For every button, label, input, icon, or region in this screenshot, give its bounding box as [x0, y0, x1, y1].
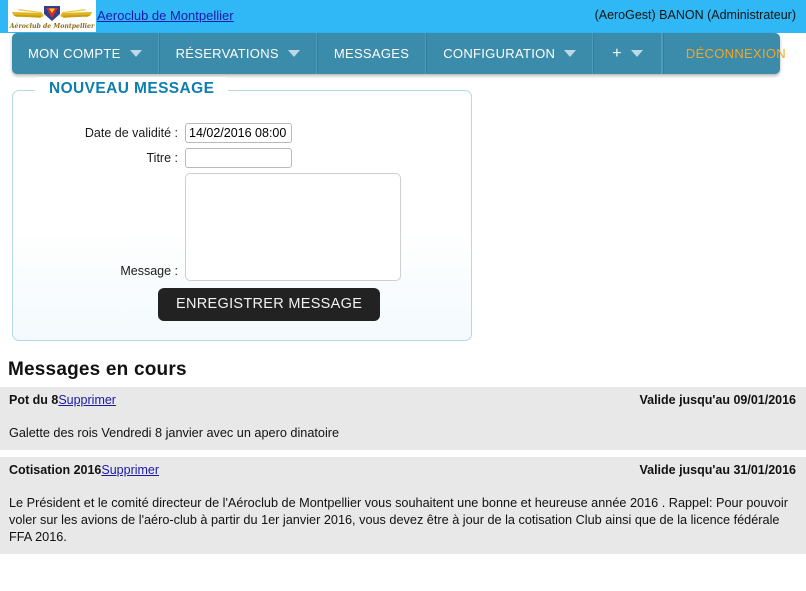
form-row-date: Date de validité :: [13, 123, 471, 143]
message-label: Message :: [120, 264, 178, 278]
chevron-down-icon: [564, 50, 577, 57]
form-actions: ENREGISTRER MESSAGE: [13, 288, 471, 321]
nav-item-logout[interactable]: DÉCONNEXION: [662, 33, 806, 74]
title-input[interactable]: [185, 148, 292, 168]
messages-section-title: Messages en cours: [8, 359, 187, 380]
message-textarea[interactable]: [185, 173, 401, 281]
plus-icon: +: [612, 44, 622, 62]
user-info-label: (AeroGest) BANON (Administrateur): [594, 8, 796, 22]
nav-label: RÉSERVATIONS: [175, 46, 279, 61]
chevron-down-icon: [630, 50, 643, 57]
site-title-link[interactable]: Aeroclub de Montpellier: [97, 8, 234, 23]
message-title: Cotisation 2016: [9, 463, 102, 477]
page-header: Aéroclub de Montpellier Aeroclub de Mont…: [0, 0, 806, 33]
message-valid-until: Valide jusqu'au 31/01/2016: [639, 463, 796, 477]
panel-legend: NOUVEAU MESSAGE: [35, 77, 229, 102]
message-valid-until: Valide jusqu'au 09/01/2016: [639, 393, 796, 407]
delete-message-link[interactable]: Supprimer: [58, 393, 116, 407]
club-logo[interactable]: Aéroclub de Montpellier: [8, 0, 96, 32]
message-header: Pot du 8Supprimer Valide jusqu'au 09/01/…: [9, 393, 796, 407]
svg-text:Aéroclub de Montpellier: Aéroclub de Montpellier: [9, 23, 95, 30]
nav-item-mon-compte[interactable]: MON COMPTE: [12, 33, 159, 74]
delete-message-link[interactable]: Supprimer: [101, 463, 159, 477]
nav-item-add[interactable]: +: [593, 33, 662, 74]
save-message-button[interactable]: ENREGISTRER MESSAGE: [158, 288, 381, 321]
date-validity-input[interactable]: [185, 123, 292, 143]
chevron-down-icon: [129, 50, 142, 57]
new-message-section: NOUVEAU MESSAGE Date de validité : Titre…: [0, 77, 806, 341]
aeroclub-logo-icon: Aéroclub de Montpellier: [8, 0, 96, 32]
nav-item-messages[interactable]: MESSAGES: [316, 33, 427, 74]
form-row-title: Titre :: [13, 148, 471, 168]
nav-item-configuration[interactable]: CONFIGURATION: [426, 33, 594, 74]
new-message-panel: NOUVEAU MESSAGE Date de validité : Titre…: [12, 77, 472, 341]
form-row-message: Message :: [13, 173, 471, 281]
main-navigation: MON COMPTE RÉSERVATIONS MESSAGES CONFIGU…: [12, 33, 786, 74]
message-body: Le Président et le comité directeur de l…: [9, 496, 788, 544]
message-title-group: Pot du 8Supprimer: [9, 393, 116, 407]
title-label: Titre :: [146, 151, 178, 165]
date-label: Date de validité :: [84, 126, 178, 140]
chevron-down-icon: [287, 50, 300, 57]
message-title-group: Cotisation 2016Supprimer: [9, 463, 159, 477]
nav-label: MON COMPTE: [28, 46, 121, 61]
nav-label: DÉCONNEXION: [685, 46, 786, 61]
message-header: Cotisation 2016Supprimer Valide jusqu'au…: [9, 463, 796, 477]
message-body: Galette des rois Vendredi 8 janvier avec…: [9, 426, 340, 440]
new-message-form: Date de validité : Titre : Message : ENR…: [13, 91, 471, 321]
nav-wrapper: MON COMPTE RÉSERVATIONS MESSAGES CONFIGU…: [0, 33, 806, 78]
nav-item-reservations[interactable]: RÉSERVATIONS: [158, 33, 317, 74]
nav-label: MESSAGES: [333, 46, 410, 61]
message-list-item: Pot du 8Supprimer Valide jusqu'au 09/01/…: [0, 387, 806, 450]
nav-label: CONFIGURATION: [443, 46, 556, 61]
message-title: Pot du 8: [9, 393, 59, 407]
message-list-item: Cotisation 2016Supprimer Valide jusqu'au…: [0, 457, 806, 554]
